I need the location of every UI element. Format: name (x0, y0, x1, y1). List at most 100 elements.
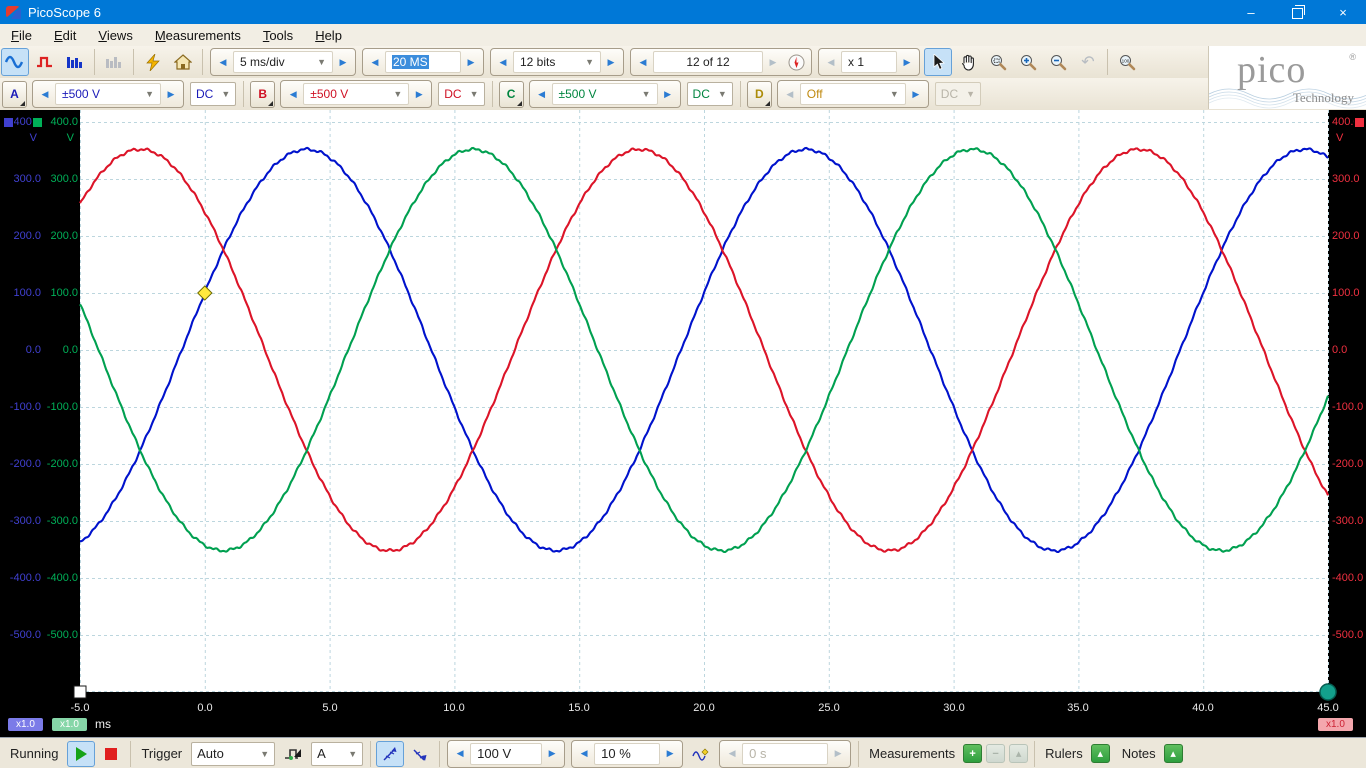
channel-a-range-control: ◀ ±500 V ▼ ▶ (32, 80, 184, 108)
zoom-factor-value: x 1 (848, 55, 864, 69)
menu-edit[interactable]: Edit (43, 26, 87, 45)
auto-setup-button[interactable] (139, 48, 167, 76)
pulse-wave-icon (36, 55, 54, 69)
resolution-decrease-arrow[interactable]: ◀ (493, 51, 513, 73)
menu-file[interactable]: File (0, 26, 43, 45)
channel-a-range-decrease-arrow[interactable]: ◀ (35, 83, 55, 105)
timebase-increase-arrow[interactable]: ▶ (333, 51, 353, 73)
y-axis-label-c: -100.0 (44, 400, 78, 414)
channel-a-coupling-dropdown[interactable]: DC ▼ (190, 82, 236, 106)
resolution-increase-arrow[interactable]: ▶ (601, 51, 621, 73)
channel-b-scale-badge[interactable]: x1.0 (1318, 718, 1353, 731)
marquee-zoom-tool-button[interactable] (984, 48, 1012, 76)
pretrigger-increase-arrow[interactable]: ▶ (660, 743, 680, 765)
y-axis-label-a: -100.0 (0, 400, 41, 414)
channel-d-range-decrease-arrow[interactable]: ◀ (780, 83, 800, 105)
falling-edge-button[interactable] (406, 741, 434, 767)
trigger-level-field[interactable]: 100 V (470, 743, 542, 765)
waveform-plot[interactable] (80, 110, 1328, 692)
dropdown-arrow-icon: ▼ (718, 89, 727, 99)
channel-c-range-increase-arrow[interactable]: ▶ (658, 83, 678, 105)
timebase-decrease-arrow[interactable]: ◀ (213, 51, 233, 73)
buffer-position-field[interactable]: 12 of 12 (653, 51, 763, 73)
scope-view-button[interactable] (1, 48, 29, 76)
channel-b-options-button[interactable]: B (250, 81, 275, 108)
separator (492, 81, 493, 107)
separator (370, 741, 371, 767)
dropdown-arrow-icon: ▼ (585, 57, 594, 67)
menu-help[interactable]: Help (304, 26, 353, 45)
trigger-level-decrease-arrow[interactable]: ◀ (450, 743, 470, 765)
channel-b-range-dropdown[interactable]: ±500 V ▼ (303, 83, 409, 105)
menu-tools[interactable]: Tools (252, 26, 304, 45)
samples-decrease-arrow[interactable]: ◀ (365, 51, 385, 73)
zoom-full-button[interactable]: 100 (1113, 48, 1141, 76)
zoom-out-tool-button[interactable] (1044, 48, 1072, 76)
pretrigger-decrease-arrow[interactable]: ◀ (574, 743, 594, 765)
trigger-delay-toggle-button[interactable] (687, 741, 715, 767)
buffer-previous-arrow[interactable]: ◀ (633, 51, 653, 73)
menu-views[interactable]: Views (87, 26, 143, 45)
y-axis-label-b: -200.0 (1332, 457, 1366, 471)
channel-c-range-dropdown[interactable]: ±500 V ▼ (552, 83, 658, 105)
scope-display-area[interactable]: 400.0300.0200.0100.00.0-100.0-200.0-300.… (0, 110, 1366, 737)
channel-c-coupling-dropdown[interactable]: DC ▼ (687, 82, 733, 106)
samples-increase-arrow[interactable]: ▶ (461, 51, 481, 73)
hand-pan-tool-button[interactable] (954, 48, 982, 76)
channel-a-range-increase-arrow[interactable]: ▶ (161, 83, 181, 105)
timebase-control: ◀ 5 ms/div ▼ ▶ (210, 48, 356, 76)
rising-edge-button[interactable] (376, 741, 404, 767)
normal-selection-tool-button[interactable] (924, 48, 952, 76)
channel-d-range-increase-arrow[interactable]: ▶ (906, 83, 926, 105)
trigger-source-dropdown[interactable]: A ▼ (311, 742, 363, 766)
dropdown-arrow-icon: ▼ (890, 89, 899, 99)
stop-capture-button[interactable] (97, 741, 125, 767)
persistence-view-button[interactable] (31, 48, 59, 76)
channel-c-axis-handle[interactable] (32, 117, 43, 128)
restore-button[interactable] (1274, 0, 1320, 24)
pretrigger-field[interactable]: 10 % (594, 743, 660, 765)
add-measurement-button[interactable]: + (963, 744, 982, 763)
spectrum-view-button[interactable] (61, 48, 89, 76)
channel-a-options-button[interactable]: A (2, 81, 27, 108)
timebase-dropdown[interactable]: 5 ms/div ▼ (233, 51, 333, 73)
start-capture-button[interactable] (67, 741, 95, 767)
channel-a-range-dropdown[interactable]: ±500 V ▼ (55, 83, 161, 105)
x-axis-label: 15.0 (549, 702, 609, 714)
channel-c-coupling-value: DC (693, 87, 710, 101)
channel-a-axis-handle[interactable] (3, 117, 14, 128)
zoom-increase-arrow[interactable]: ▶ (897, 51, 917, 73)
channel-d-options-button[interactable]: D (747, 81, 772, 108)
zoom-in-tool-button[interactable] (1014, 48, 1042, 76)
advanced-trigger-button[interactable] (279, 741, 307, 767)
channel-b-axis-handle[interactable] (1354, 117, 1365, 128)
channel-a-range-value: ±500 V (62, 87, 100, 101)
channel-c-range-decrease-arrow[interactable]: ◀ (532, 83, 552, 105)
notes-panel-button[interactable]: ▴ (1164, 744, 1183, 763)
stop-icon (105, 748, 117, 760)
home-button[interactable] (169, 48, 197, 76)
trigger-mode-dropdown[interactable]: Auto ▼ (191, 742, 275, 766)
channel-b-range-decrease-arrow[interactable]: ◀ (283, 83, 303, 105)
zoom-decrease-arrow[interactable]: ◀ (821, 51, 841, 73)
minimize-button[interactable]: – (1228, 0, 1274, 24)
channel-c-options-button[interactable]: C (499, 81, 524, 108)
lightning-icon (146, 54, 160, 71)
resolution-dropdown[interactable]: 12 bits ▼ (513, 51, 601, 73)
buffer-next-arrow[interactable]: ▶ (763, 51, 783, 73)
channel-a-scale-badge[interactable]: x1.0 (8, 718, 43, 731)
rulers-panel-button[interactable]: ▴ (1091, 744, 1110, 763)
trigger-level-increase-arrow[interactable]: ▶ (542, 743, 562, 765)
channel-c-scale-badge[interactable]: x1.0 (52, 718, 87, 731)
close-button[interactable]: × (1320, 0, 1366, 24)
channel-c-range-control: ◀ ±500 V ▼ ▶ (529, 80, 681, 108)
zoom-factor-field[interactable]: x 1 (841, 51, 897, 73)
channel-b-range-increase-arrow[interactable]: ▶ (409, 83, 429, 105)
channel-b-coupling-dropdown[interactable]: DC ▼ (438, 82, 484, 106)
channel-d-range-dropdown[interactable]: Off ▼ (800, 83, 906, 105)
logo-sub-text: Technology (1293, 90, 1354, 106)
buffer-overview-button[interactable] (784, 50, 808, 74)
menu-measurements[interactable]: Measurements (144, 26, 252, 45)
samples-input[interactable]: 20 MS (385, 51, 461, 73)
y-axis-label-b: -100.0 (1332, 400, 1366, 414)
